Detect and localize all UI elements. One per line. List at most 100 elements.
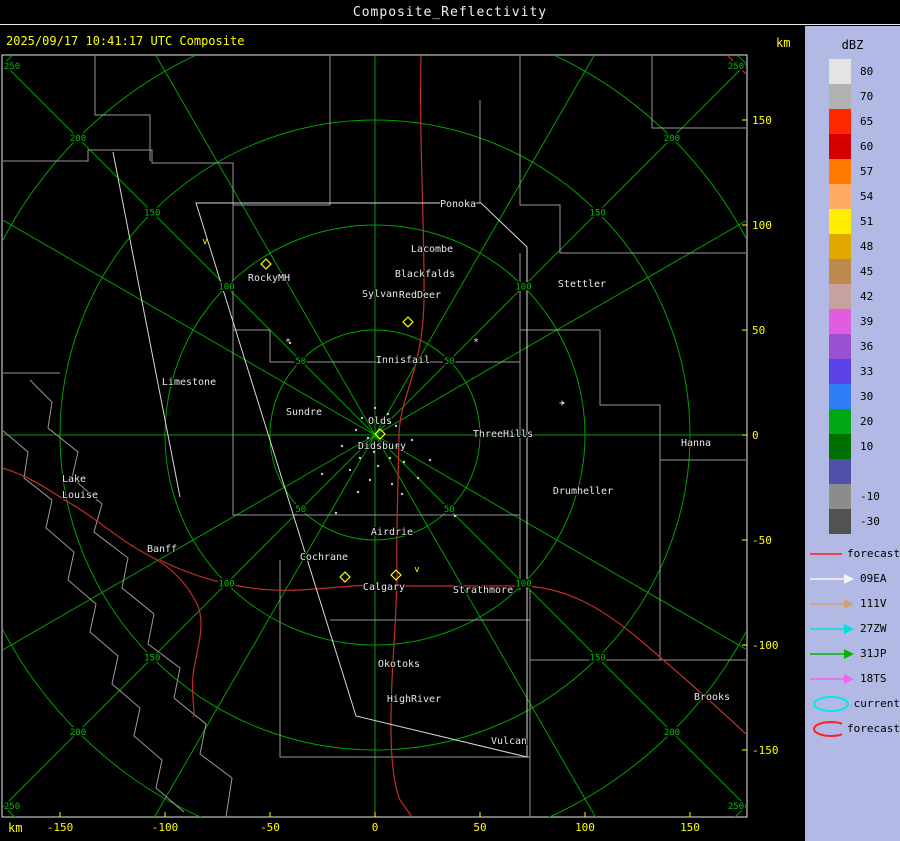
radial-line	[153, 434, 376, 817]
colorbar-entry: 30	[829, 384, 900, 409]
ring-distance-label: 150	[590, 654, 606, 664]
km-unit-top: km	[776, 36, 790, 50]
x-axis-label: 0	[372, 821, 379, 834]
km-unit-bottom: km	[8, 821, 22, 835]
legend-label: 18TS	[860, 672, 887, 685]
city-labels: Ponoka Lacombe Blackfalds Sylvan RedDeer Rock…	[61, 198, 731, 748]
legend-entry: 111V	[808, 591, 900, 616]
ring-distance-label: 50	[295, 357, 306, 367]
colorbar-entry: 48	[829, 234, 900, 259]
city-label: Hanna	[681, 438, 711, 449]
colorbar-value-label: 48	[860, 240, 874, 253]
colorbar-swatch	[829, 184, 851, 209]
city-label: Limestone	[162, 377, 216, 388]
y-axis-label: -150	[752, 744, 779, 757]
x-axis-label: -100	[152, 821, 179, 834]
legend-label: 27ZW	[860, 622, 887, 635]
legend-entries: forecast 09EA 111V 27ZW 31JP 18TS current forec…	[808, 541, 900, 741]
ring-distance-label: 200	[664, 134, 680, 144]
legend-arrow-icon	[810, 573, 854, 584]
legend-arrow-icon	[810, 673, 854, 684]
ring-distance-label: 250	[4, 62, 20, 72]
radial-line	[3, 219, 376, 436]
legend-label: current	[853, 697, 900, 710]
legend-label: forecast	[847, 722, 900, 735]
colorbar-entry: 39	[829, 309, 900, 334]
radial-line	[3, 434, 376, 651]
legend-label: 09EA	[860, 572, 887, 585]
city-label: Ponoka	[440, 199, 476, 210]
city-label: Cochrane	[300, 552, 348, 563]
ring-distance-label: 150	[590, 208, 606, 218]
colorbar-swatch	[829, 284, 851, 309]
city-label: RedDeer	[399, 290, 441, 301]
colorbar-entry: 33	[829, 359, 900, 384]
colorbar-entry: 36	[829, 334, 900, 359]
colorbar-value-label: 39	[860, 315, 874, 328]
y-axis-label: 50	[752, 324, 765, 337]
legend-ellipse-icon	[813, 695, 849, 712]
legend-label: 111V	[860, 597, 887, 610]
radar-site-diamond-marker	[390, 569, 402, 581]
colorbar-swatch	[829, 159, 851, 184]
city-label: Sylvan	[362, 289, 398, 300]
colorbar-value-label: -10	[860, 490, 880, 503]
colorbar-value-label: 54	[860, 190, 874, 203]
colorbar-swatch	[829, 259, 851, 284]
colorbar-value-label: 80	[860, 65, 874, 78]
legend-ellipse-icon	[813, 720, 843, 737]
city-label: Olds	[368, 416, 392, 427]
km-axes: 150 100 50 0 -50 -100 -150 -150 -100 -50 0 50 100 150	[47, 114, 779, 834]
colorbar-swatch	[829, 134, 851, 159]
city-label: Banff	[147, 544, 177, 555]
city-label: Didsbury	[358, 441, 406, 452]
colorbar-swatch	[829, 309, 851, 334]
legend-entry: 18TS	[808, 666, 900, 691]
x-axis-label: 50	[473, 821, 486, 834]
ring-distance-label: 50	[444, 357, 455, 367]
ring-distance-label: 250	[728, 62, 744, 72]
x-axis-label: -50	[260, 821, 280, 834]
legend-entry: 27ZW	[808, 616, 900, 641]
legend-entry: 31JP	[808, 641, 900, 666]
y-axis-label: -100	[752, 639, 779, 652]
colorbar-value-label: 10	[860, 440, 874, 453]
city-label: RockyMH	[248, 273, 290, 284]
colorbar-entries: 80 70 65 60 57 54 51 48 45 42 39 36 33 30 20 10 -10 -30	[829, 59, 900, 534]
colorbar-swatch	[829, 59, 851, 84]
legend-arrow-icon	[810, 648, 854, 659]
colorbar-swatch	[829, 359, 851, 384]
city-label: HighRiver	[387, 694, 441, 705]
colorbar-swatch	[829, 109, 851, 134]
radar-site-diamond-marker	[339, 571, 351, 583]
radar-sector-outline	[112, 151, 528, 758]
colorbar-value-label: 45	[860, 265, 874, 278]
city-label: Lake	[62, 474, 86, 485]
y-axis-label: -50	[752, 534, 772, 547]
colorbar-value-label: -30	[860, 515, 880, 528]
echo-asterisk: *	[473, 337, 479, 348]
city-label: Blackfalds	[395, 269, 455, 280]
site-arrow-marker: v	[202, 237, 207, 247]
radar-site-diamond-marker	[402, 316, 414, 328]
city-label: Innisfail	[376, 355, 430, 366]
radial-line	[374, 56, 595, 436]
ring-distance-label: 100	[218, 579, 234, 589]
colorbar-swatch	[829, 84, 851, 109]
colorbar-value-label: 30	[860, 390, 874, 403]
x-axis-label: 150	[680, 821, 700, 834]
city-label: Lacombe	[411, 244, 453, 255]
radar-map-canvas: * * + v v Ponoka Lacombe Blackfalds Sylvan Re…	[1, 36, 790, 835]
city-label: Sundre	[286, 407, 322, 418]
colorbar-value-label: 70	[860, 90, 874, 103]
echo-asterisk: *	[285, 337, 291, 348]
colorbar-swatch	[829, 434, 851, 459]
ring-distance-label: 100	[515, 283, 531, 293]
colorbar-swatch	[829, 409, 851, 434]
colorbar-title: dBZ	[841, 38, 864, 52]
radial-line	[374, 434, 746, 650]
legend-sidebar: dBZ 80 70 65 60 57 54 51 48 45 42 39 36 33 30 20 10 -10 -…	[805, 26, 900, 841]
ring-distance-label: 200	[664, 728, 680, 738]
colorbar-value-label: 33	[860, 365, 874, 378]
echo-plus: +	[559, 398, 565, 409]
